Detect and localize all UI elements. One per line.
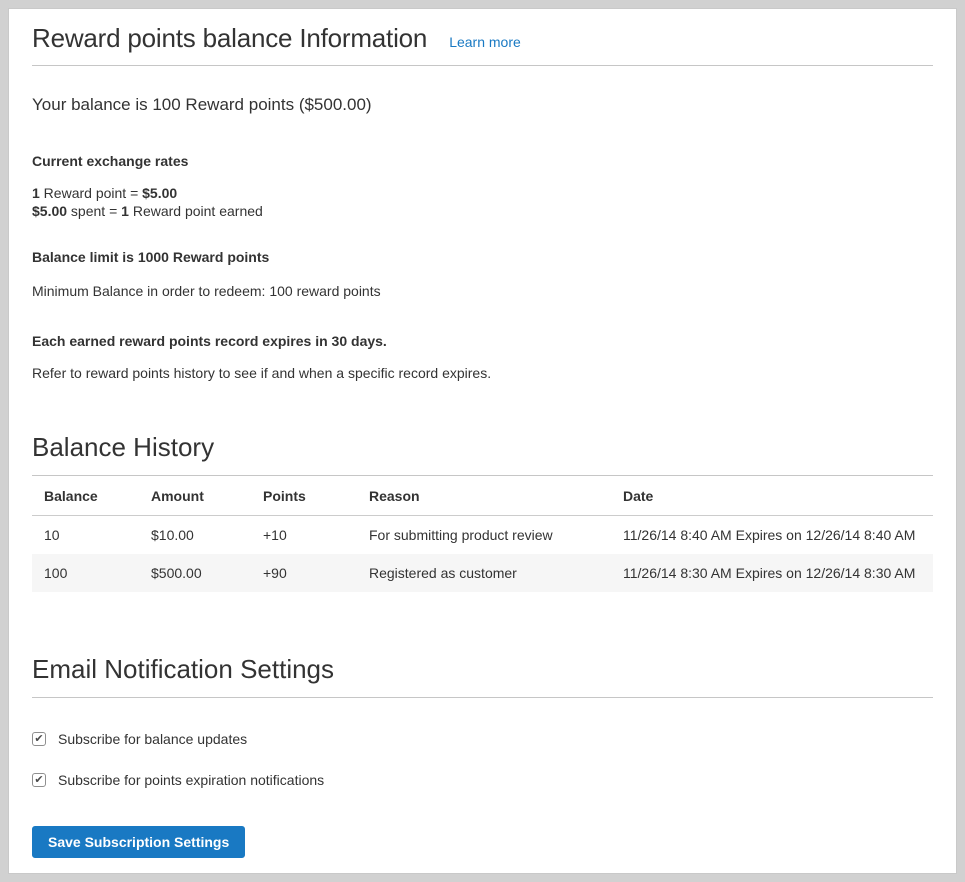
subscription-option-subscribe-for-balance-updates[interactable]: ✔ Subscribe for balance updates (32, 731, 933, 747)
learn-more-link[interactable]: Learn more (449, 34, 521, 50)
table-cell: +10 (251, 516, 357, 555)
subscription-option-subscribe-for-points-expiration-notifications[interactable]: ✔ Subscribe for points expiration notific… (32, 772, 933, 788)
text-segment: Reward point = (40, 185, 142, 201)
reward-info-card: Reward points balance Information Learn … (8, 8, 957, 874)
balance-summary-text: Your balance is 100 Reward points ($500.… (32, 94, 933, 115)
notification-options: ✔ Subscribe for balance updates ✔ Subscribe… (32, 731, 933, 788)
table-cell: 10 (32, 516, 139, 555)
text-segment: Reward point earned (129, 203, 263, 219)
page-header: Reward points balance Information Learn … (32, 23, 933, 54)
header-divider (32, 65, 933, 66)
minimum-balance-text: Minimum Balance in order to redeem: 100 … (32, 282, 933, 300)
column-header-date: Date (611, 476, 933, 516)
balance-history-title: Balance History (32, 432, 933, 476)
exchange-rate-line: $5.00 spent = 1 Reward point earned (32, 202, 933, 220)
text-segment: 1 (32, 185, 40, 201)
table-body: 10$10.00+10For submitting product review… (32, 516, 933, 593)
checkbox-label: Subscribe for points expiration notifica… (58, 772, 324, 788)
balance-limit-text: Balance limit is 1000 Reward points (32, 248, 933, 266)
table-header: BalanceAmountPointsReasonDate (32, 476, 933, 516)
table-cell: 11/26/14 8:30 AM Expires on 12/26/14 8:3… (611, 554, 933, 592)
page-background: { "colors": { "accent_blue": "#1979c3", … (0, 0, 965, 882)
table-cell: 100 (32, 554, 139, 592)
column-header-balance: Balance (32, 476, 139, 516)
table-cell: 11/26/14 8:40 AM Expires on 12/26/14 8:4… (611, 516, 933, 555)
table-cell: $500.00 (139, 554, 251, 592)
checkbox-label: Subscribe for balance updates (58, 731, 247, 747)
table-cell: Registered as customer (357, 554, 611, 592)
text-segment: 1 (121, 203, 129, 219)
table-header-row: BalanceAmountPointsReasonDate (32, 476, 933, 516)
table-row: 100$500.00+90Registered as customer11/26… (32, 554, 933, 592)
expiration-heading: Each earned reward points record expires… (32, 332, 933, 350)
save-subscription-button[interactable]: Save Subscription Settings (32, 826, 245, 858)
column-header-reason: Reason (357, 476, 611, 516)
column-header-amount: Amount (139, 476, 251, 516)
expiration-note: Refer to reward points history to see if… (32, 364, 933, 382)
text-segment: $5.00 (142, 185, 177, 201)
table-cell: For submitting product review (357, 516, 611, 555)
exchange-rate-line: 1 Reward point = $5.00 (32, 184, 933, 202)
exchange-rates-heading: Current exchange rates (32, 152, 933, 170)
balance-history-table: BalanceAmountPointsReasonDate 10$10.00+1… (32, 476, 933, 592)
email-settings-title: Email Notification Settings (32, 654, 933, 698)
page-title: Reward points balance Information (32, 23, 427, 54)
exchange-rates-lines: 1 Reward point = $5.00 $5.00 spent = 1 R… (32, 184, 933, 220)
table-cell: +90 (251, 554, 357, 592)
checkbox-subscribe-for-balance-updates[interactable]: ✔ (32, 732, 46, 746)
column-header-points: Points (251, 476, 357, 516)
text-segment: spent = (67, 203, 121, 219)
text-segment: $5.00 (32, 203, 67, 219)
table-row: 10$10.00+10For submitting product review… (32, 516, 933, 555)
table-cell: $10.00 (139, 516, 251, 555)
checkbox-subscribe-for-points-expiration-notifications[interactable]: ✔ (32, 773, 46, 787)
